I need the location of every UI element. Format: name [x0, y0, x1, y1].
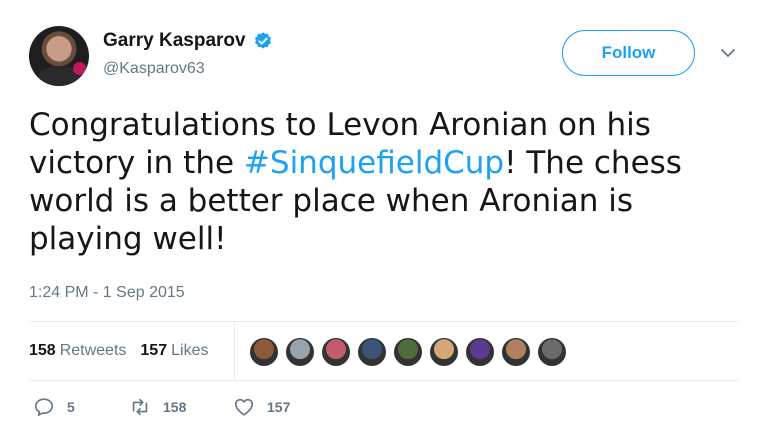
- liker-avatar[interactable]: [321, 337, 351, 367]
- retweet-count: 158: [163, 399, 187, 415]
- stats-divider: [234, 322, 235, 380]
- author-name-row: Garry Kasparov: [103, 30, 273, 52]
- avatar-badge-icon: [73, 62, 86, 75]
- heart-icon: [234, 398, 254, 416]
- likes-stat[interactable]: 157 Likes: [140, 342, 208, 360]
- like-button[interactable]: 157: [233, 396, 290, 418]
- retweets-count: 158: [29, 342, 56, 359]
- liker-avatar[interactable]: [249, 337, 279, 367]
- engagement-stats: 158 Retweets 157 Likes: [29, 322, 739, 380]
- reply-icon: [34, 398, 54, 416]
- likes-label: Likes: [171, 342, 209, 359]
- tweet-header: Garry Kasparov @Kasparov63 Follow: [29, 26, 741, 88]
- liker-avatar[interactable]: [501, 337, 531, 367]
- liker-avatar[interactable]: [357, 337, 387, 367]
- hashtag-link[interactable]: #SinquefieldCup: [244, 145, 504, 181]
- divider: [29, 380, 739, 381]
- liker-avatar[interactable]: [429, 337, 459, 367]
- author-display-name[interactable]: Garry Kasparov: [103, 30, 246, 52]
- verified-badge-icon: [254, 32, 271, 49]
- tweet-actions: 5 158 157: [33, 396, 290, 418]
- like-count: 157: [267, 399, 291, 415]
- follow-button[interactable]: Follow: [562, 30, 695, 76]
- author-handle[interactable]: @Kasparov63: [103, 60, 205, 78]
- reply-button[interactable]: 5: [33, 396, 129, 418]
- liker-avatar[interactable]: [285, 337, 315, 367]
- author-avatar[interactable]: [29, 26, 89, 86]
- liker-avatar[interactable]: [537, 337, 567, 367]
- retweet-icon: [132, 398, 148, 416]
- chevron-down-icon[interactable]: [719, 44, 737, 62]
- tweet-text: Congratulations to Levon Aronian on his …: [29, 106, 729, 258]
- tweet-timestamp[interactable]: 1:24 PM - 1 Sep 2015: [29, 284, 185, 302]
- liker-avatars: [249, 337, 567, 367]
- retweets-label: Retweets: [59, 342, 127, 359]
- retweet-button[interactable]: 158: [129, 396, 233, 418]
- liker-avatar[interactable]: [465, 337, 495, 367]
- liker-avatar[interactable]: [393, 337, 423, 367]
- reply-count: 5: [67, 399, 75, 415]
- retweets-stat[interactable]: 158 Retweets: [29, 342, 126, 360]
- likes-count: 157: [140, 342, 168, 359]
